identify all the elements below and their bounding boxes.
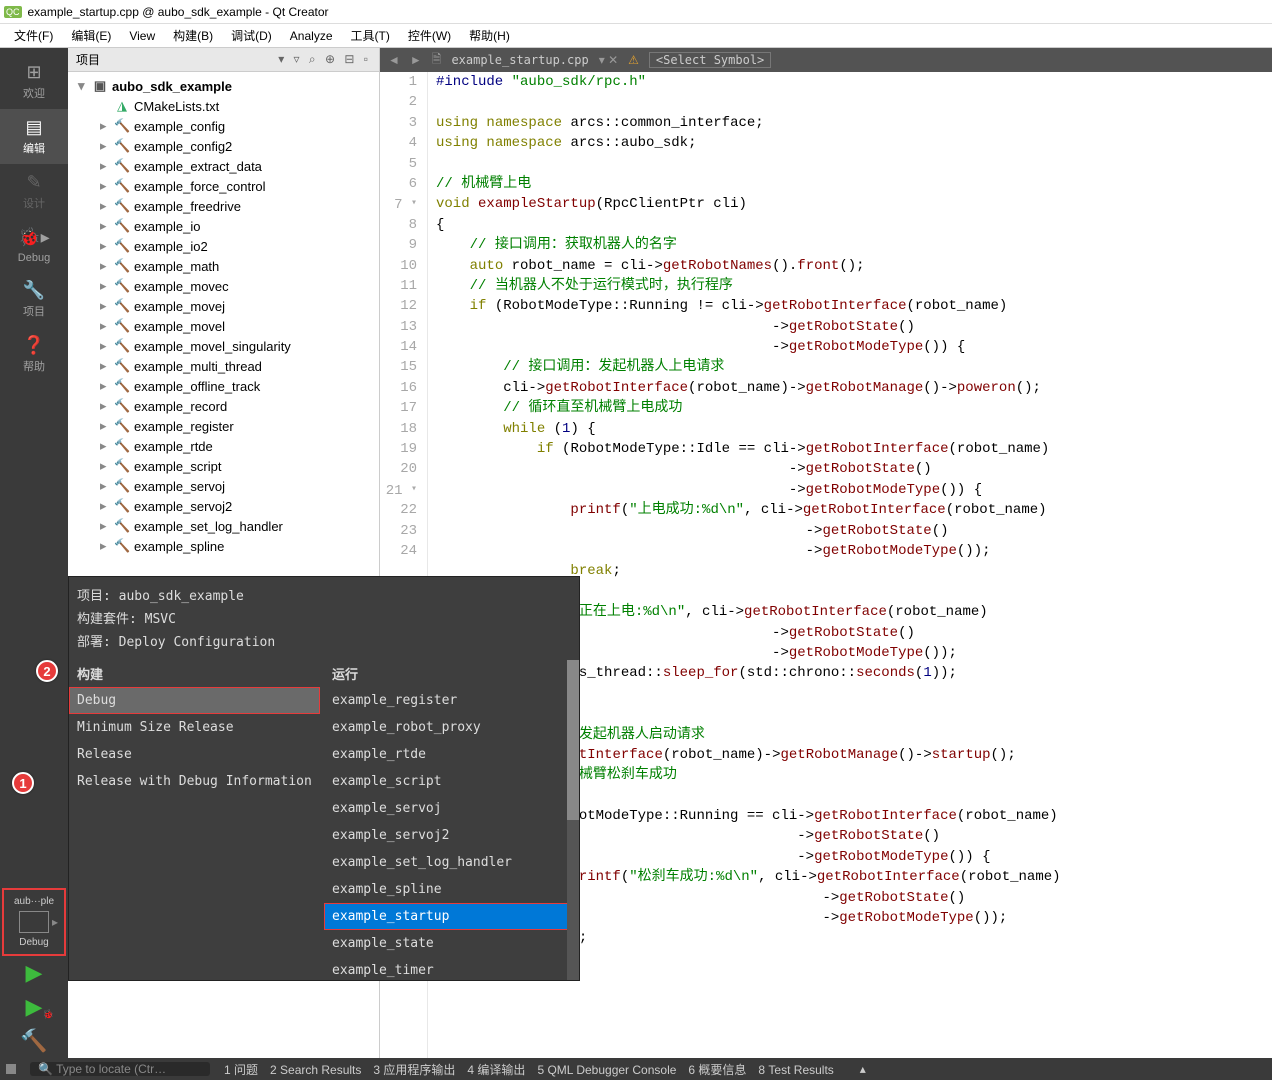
status-item[interactable]: 3 应用程序输出: [373, 1063, 455, 1077]
menu-help[interactable]: 帮助(H): [463, 25, 516, 46]
popup-deploy-line: 部署: Deploy Configuration: [69, 629, 579, 652]
file-type-icon: 🗎: [432, 50, 442, 71]
run-option-example_servoj2[interactable]: example_servoj2: [324, 822, 579, 849]
tree-item-example_math[interactable]: ▸🔨example_math: [68, 256, 379, 276]
menu-analyze[interactable]: Analyze: [284, 27, 339, 45]
app-icon: QC: [4, 6, 22, 18]
status-item[interactable]: 6 概要信息: [688, 1063, 746, 1077]
run-option-example_set_log_handler[interactable]: example_set_log_handler: [324, 849, 579, 876]
tree-item-example_movel_singularity[interactable]: ▸🔨example_movel_singularity: [68, 336, 379, 356]
menu-file[interactable]: 文件(F): [8, 25, 59, 46]
tree-item-example_io[interactable]: ▸🔨example_io: [68, 216, 379, 236]
tree-item-example_register[interactable]: ▸🔨example_register: [68, 416, 379, 436]
run-option-example_script[interactable]: example_script: [324, 768, 579, 795]
tree-item-example_servoj2[interactable]: ▸🔨example_servoj2: [68, 496, 379, 516]
monitor-icon: [19, 911, 49, 933]
menu-widgets[interactable]: 控件(W): [402, 25, 457, 46]
tree-item-example_multi_thread[interactable]: ▸🔨example_multi_thread: [68, 356, 379, 376]
status-item[interactable]: 1 问题: [224, 1063, 258, 1077]
run-option-example_timer[interactable]: example_timer: [324, 957, 579, 980]
mode-help[interactable]: ❓帮助: [0, 327, 68, 382]
mode-design[interactable]: ✎设计: [0, 164, 68, 219]
menu-tools[interactable]: 工具(T): [345, 25, 396, 46]
editor-toolbar: ◄ ► 🗎 example_startup.cpp ▾ ✕ ⚠ <Select …: [380, 48, 1272, 72]
status-bar: 🔍 Type to locate (Ctr… 1 问题 2 Search Resu…: [0, 1058, 1272, 1080]
mode-debug[interactable]: 🐞▸Debug: [0, 219, 68, 272]
build-option-minimum-size-release[interactable]: Minimum Size Release: [69, 714, 324, 741]
tree-item-example_config2[interactable]: ▸🔨example_config2: [68, 136, 379, 156]
tree-item-example_movel[interactable]: ▸🔨example_movel: [68, 316, 379, 336]
badge-2: 2: [36, 660, 58, 682]
tree-item-example_rtde[interactable]: ▸🔨example_rtde: [68, 436, 379, 456]
kit-selector[interactable]: aub···ple Debug: [2, 888, 66, 956]
nav-fwd-icon[interactable]: ►: [410, 53, 422, 67]
tree-item-example_record[interactable]: ▸🔨example_record: [68, 396, 379, 416]
run-option-example_robot_proxy[interactable]: example_robot_proxy: [324, 714, 579, 741]
tree-item-example_offline_track[interactable]: ▸🔨example_offline_track: [68, 376, 379, 396]
run-option-example_spline[interactable]: example_spline: [324, 876, 579, 903]
kit-popup: 项目: aubo_sdk_example 构建套件: MSVC 部署: Depl…: [68, 576, 580, 981]
status-item[interactable]: 8 Test Results: [758, 1063, 833, 1077]
tree-item-example_script[interactable]: ▸🔨example_script: [68, 456, 379, 476]
build-option-release-with-debug-information[interactable]: Release with Debug Information: [69, 768, 324, 795]
status-item[interactable]: 2 Search Results: [270, 1063, 361, 1077]
tree-item-example_extract_data[interactable]: ▸🔨example_extract_data: [68, 156, 379, 176]
popup-project-line: 项目: aubo_sdk_example: [69, 583, 579, 606]
popup-scrollbar[interactable]: [567, 660, 579, 980]
editor-filename[interactable]: example_startup.cpp: [451, 53, 588, 67]
status-item[interactable]: 4 编译输出: [467, 1063, 525, 1077]
locator-input[interactable]: 🔍 Type to locate (Ctr…: [30, 1062, 210, 1076]
kit-project-label: aub···ple: [6, 894, 62, 909]
build-option-release[interactable]: Release: [69, 741, 324, 768]
menu-build[interactable]: 构建(B): [167, 25, 219, 46]
popup-kit-line: 构建套件: MSVC: [69, 606, 579, 629]
tree-item-example_set_log_handler[interactable]: ▸🔨example_set_log_handler: [68, 516, 379, 536]
tree-item-example_force_control[interactable]: ▸🔨example_force_control: [68, 176, 379, 196]
status-square-icon[interactable]: [6, 1064, 16, 1074]
menu-edit[interactable]: 编辑(E): [65, 25, 117, 46]
badge-1: 1: [12, 772, 34, 794]
menu-view[interactable]: View: [123, 27, 161, 45]
project-pane-header: 项目 ▾ ▿ ⌕ ⊕ ⊟ ▫: [68, 48, 379, 72]
run-config-column: 运行 example_registerexample_robot_proxyex…: [324, 660, 579, 980]
tree-item-example_spline[interactable]: ▸🔨example_spline: [68, 536, 379, 556]
debug-run-button[interactable]: ▶🐞: [0, 990, 68, 1024]
project-pane-tools[interactable]: ▾ ▿ ⌕ ⊕ ⊟ ▫: [278, 52, 371, 67]
window-title: example_startup.cpp @ aubo_sdk_example -…: [28, 5, 329, 19]
tree-item-example_config[interactable]: ▸🔨example_config: [68, 116, 379, 136]
symbol-selector[interactable]: <Select Symbol>: [649, 52, 771, 68]
tree-item-example_servoj[interactable]: ▸🔨example_servoj: [68, 476, 379, 496]
tree-item-example_movec[interactable]: ▸🔨example_movec: [68, 276, 379, 296]
nav-back-icon[interactable]: ◄: [388, 53, 400, 67]
run-option-example_register[interactable]: example_register: [324, 687, 579, 714]
run-option-example_state[interactable]: example_state: [324, 930, 579, 957]
build-option-debug[interactable]: Debug: [69, 687, 320, 714]
build-column-header: 构建: [69, 660, 324, 687]
mode-welcome[interactable]: ⊞欢迎: [0, 54, 68, 109]
run-column-header: 运行: [324, 660, 579, 687]
status-item[interactable]: 5 QML Debugger Console: [537, 1063, 676, 1077]
tree-cmake[interactable]: ◮CMakeLists.txt: [68, 96, 379, 116]
project-pane-title: 项目: [76, 51, 100, 68]
tree-item-example_io2[interactable]: ▸🔨example_io2: [68, 236, 379, 256]
warning-icon: ⚠: [628, 53, 639, 67]
build-config-column: 构建 DebugMinimum Size ReleaseReleaseRelea…: [69, 660, 324, 980]
run-option-example_rtde[interactable]: example_rtde: [324, 741, 579, 768]
title-bar: QC example_startup.cpp @ aubo_sdk_exampl…: [0, 0, 1272, 24]
tree-item-example_freedrive[interactable]: ▸🔨example_freedrive: [68, 196, 379, 216]
mode-edit[interactable]: ▤编辑: [0, 109, 68, 164]
build-button[interactable]: 🔨: [0, 1024, 68, 1058]
mode-bar: ⊞欢迎 ▤编辑 ✎设计 🐞▸Debug 🔧项目 ❓帮助 aub···ple De…: [0, 48, 68, 1058]
mode-project[interactable]: 🔧项目: [0, 272, 68, 327]
kit-config-label: Debug: [6, 935, 62, 950]
run-option-example_servoj[interactable]: example_servoj: [324, 795, 579, 822]
menu-bar: 文件(F) 编辑(E) View 构建(B) 调试(D) Analyze 工具(…: [0, 24, 1272, 48]
run-button[interactable]: ▶: [0, 956, 68, 990]
status-chevron-icon[interactable]: ▴: [860, 1062, 866, 1076]
tree-item-example_movej[interactable]: ▸🔨example_movej: [68, 296, 379, 316]
menu-debug[interactable]: 调试(D): [225, 25, 278, 46]
tree-root[interactable]: ▾▣aubo_sdk_example: [68, 76, 379, 96]
file-dropdown-icon[interactable]: ▾ ✕: [599, 53, 618, 67]
run-option-example_startup[interactable]: example_startup: [324, 903, 575, 930]
